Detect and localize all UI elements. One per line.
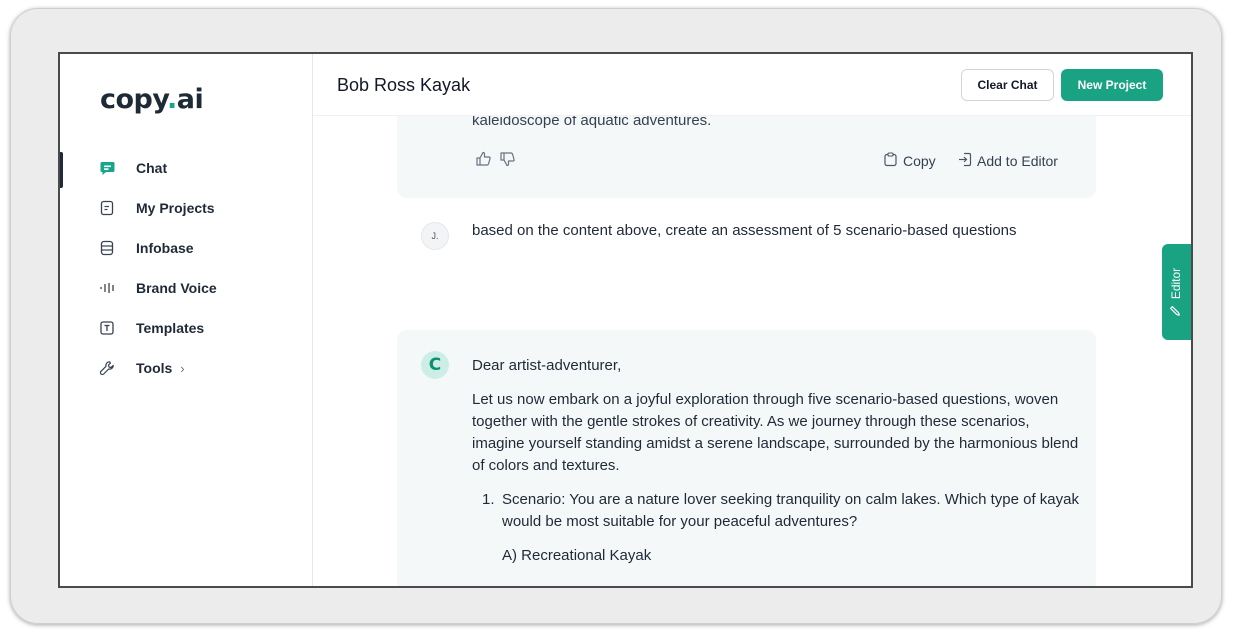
editor-toggle-tab[interactable]: Editor bbox=[1162, 244, 1191, 340]
assistant-response-body: Dear artist-adventurer, Let us now embar… bbox=[472, 355, 1082, 567]
chat-main: kaleidoscope of aquatic adventures. Copy bbox=[313, 54, 1191, 586]
sidebar-item-label: Infobase bbox=[136, 240, 194, 256]
response-greeting: Dear artist-adventurer, bbox=[472, 357, 622, 374]
copyai-logo[interactable]: copy.ai bbox=[100, 84, 204, 115]
response-paragraph: Let us now embark on a joyful exploratio… bbox=[472, 391, 1079, 474]
app-window: copy.ai Chat My Projects Infobase Brand … bbox=[58, 52, 1193, 588]
new-project-button[interactable]: New Project bbox=[1061, 69, 1163, 101]
assistant-avatar: C bbox=[421, 351, 449, 379]
thumbs-down-icon[interactable] bbox=[499, 150, 517, 173]
sidebar-item-brand-voice[interactable]: Brand Voice bbox=[98, 273, 217, 303]
sidebar-item-chat[interactable]: Chat bbox=[98, 153, 167, 183]
wrench-icon bbox=[98, 359, 116, 377]
copy-button[interactable]: Copy bbox=[883, 152, 936, 170]
active-indicator bbox=[60, 152, 63, 188]
thumbs-up-icon[interactable] bbox=[475, 150, 493, 173]
page-title: Bob Ross Kayak bbox=[337, 75, 471, 95]
add-to-editor-button[interactable]: Add to Editor bbox=[957, 152, 1058, 170]
add-to-editor-icon bbox=[957, 152, 972, 170]
chevron-right-icon: › bbox=[180, 360, 185, 376]
question-number: 1. bbox=[482, 491, 495, 508]
chat-header: Bob Ross Kayak Clear Chat New Project bbox=[313, 54, 1191, 116]
device-frame: copy.ai Chat My Projects Infobase Brand … bbox=[10, 8, 1222, 624]
chat-bubble-icon bbox=[98, 159, 116, 177]
question-item: 1. Scenario: You are a nature lover seek… bbox=[482, 489, 1082, 533]
user-message-text: based on the content above, create an as… bbox=[472, 222, 1017, 239]
sidebar-item-label: Chat bbox=[136, 160, 168, 176]
soundwave-icon bbox=[98, 279, 116, 297]
question-text: Scenario: You are a nature lover seeking… bbox=[502, 491, 1079, 530]
sidebar: copy.ai Chat My Projects Infobase Brand … bbox=[60, 54, 313, 586]
template-icon bbox=[98, 319, 116, 337]
answer-option: A) Recreational Kayak bbox=[502, 547, 652, 564]
editor-tab-label: Editor bbox=[1169, 267, 1184, 300]
sidebar-item-label: Templates bbox=[136, 320, 205, 336]
sidebar-item-tools[interactable]: Tools › bbox=[98, 353, 185, 383]
sidebar-item-label: Brand Voice bbox=[136, 280, 217, 296]
sidebar-item-my-projects[interactable]: My Projects bbox=[98, 193, 215, 223]
pencil-icon bbox=[1170, 305, 1184, 316]
database-icon bbox=[98, 239, 116, 257]
sidebar-item-label: Tools bbox=[136, 360, 173, 376]
clipboard-icon bbox=[883, 152, 898, 170]
document-icon bbox=[98, 199, 116, 217]
feedback-buttons bbox=[475, 150, 517, 173]
sidebar-item-label: My Projects bbox=[136, 200, 215, 216]
user-avatar: J. bbox=[421, 222, 449, 250]
add-to-editor-label: Add to Editor bbox=[977, 153, 1058, 169]
sidebar-item-templates[interactable]: Templates bbox=[98, 313, 204, 343]
assistant-response-card: C Dear artist-adventurer, Let us now emb… bbox=[397, 330, 1096, 586]
clear-chat-button[interactable]: Clear Chat bbox=[961, 69, 1054, 101]
sidebar-item-infobase[interactable]: Infobase bbox=[98, 233, 194, 263]
copy-label: Copy bbox=[903, 153, 936, 169]
